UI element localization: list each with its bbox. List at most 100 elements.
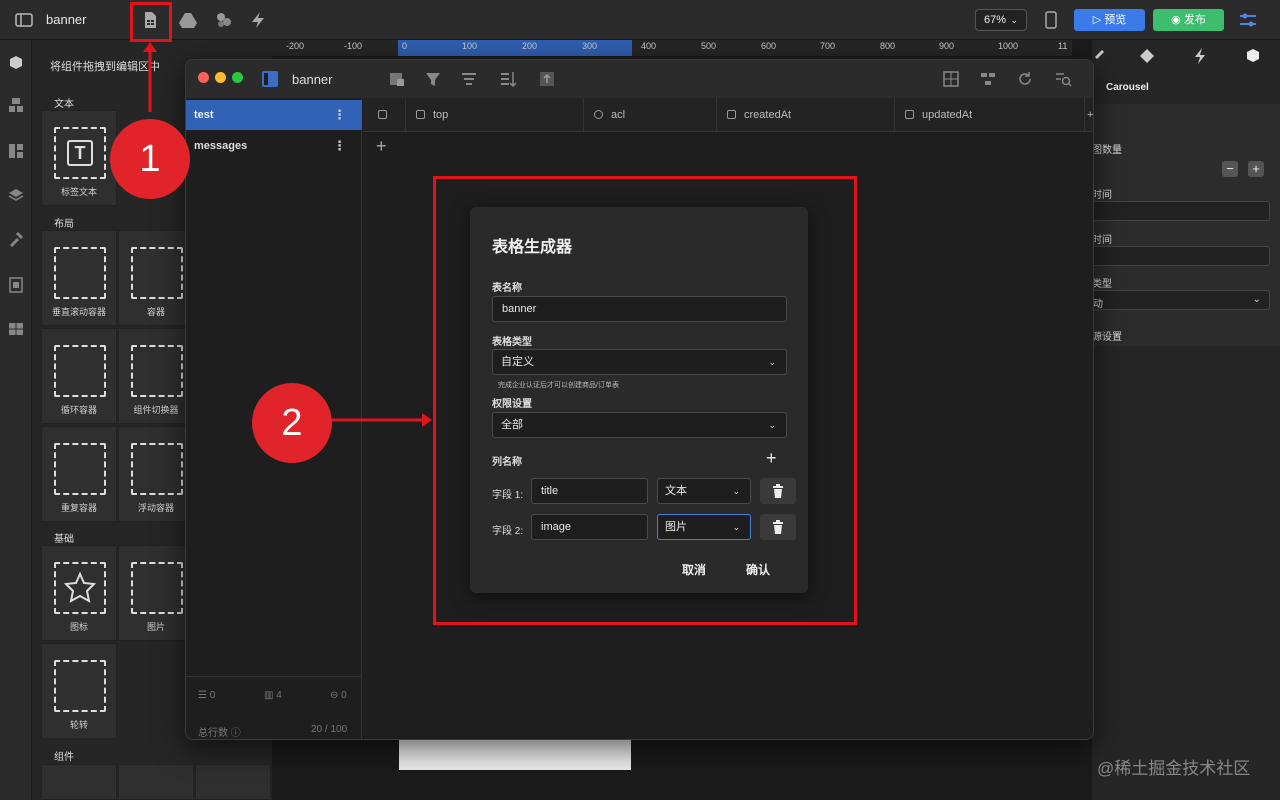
tile-vertical-scroll[interactable]: 垂直滚动容器 [41,230,117,326]
table-item-messages[interactable]: messages ⋮ [186,131,362,161]
eye-icon: ◉ [1171,14,1184,26]
tile-image[interactable]: 图片 [118,545,194,641]
sidebar-toggle-icon[interactable] [14,10,34,30]
total-rows-value: 20 / 100 [311,724,348,735]
tile-component-switcher[interactable]: 组件切换器 [118,328,194,424]
relations-icon[interactable] [979,70,997,88]
lightning-icon[interactable] [1192,47,1208,65]
decrement-button[interactable]: − [1222,161,1238,177]
play-icon: ▷ [1092,14,1105,26]
tile-container[interactable]: 容器 [118,230,194,326]
text-field-icon [416,110,425,119]
top-toolbar: banner 67% ⌄ ▷ 预览 ◉ 发布 [0,0,1280,40]
properties-panel: Carousel 图数量 − + 时间 时间 类型 动 ⌄ 源设置 [1092,40,1280,800]
component-cube-icon[interactable] [1244,47,1262,65]
tile-label: 图标 [69,622,88,632]
more-vertical-icon[interactable]: ⋮ [333,131,346,161]
refresh-icon[interactable] [1016,70,1034,88]
prop-input-time-1[interactable] [1092,201,1270,221]
tile-repeat-container[interactable]: 重复容器 [41,426,117,522]
hammer-icon[interactable] [7,230,25,248]
plugins-icon[interactable] [214,10,234,30]
add-row-icon[interactable]: + [376,136,387,157]
tile-carousel[interactable]: 轮转 [41,643,117,739]
sort-icon[interactable] [499,70,517,88]
divider [186,676,362,677]
zoom-select[interactable]: 67% ⌄ [975,9,1027,31]
upload-icon[interactable] [538,70,556,88]
layout-grid-icon[interactable] [942,70,960,88]
ruler-tick: -100 [344,41,363,51]
publish-button[interactable]: ◉ 发布 [1153,9,1224,31]
tile-label: 重复容器 [60,503,97,513]
diamond-icon[interactable] [1138,47,1156,65]
preview-button[interactable]: ▷ 预览 [1074,9,1145,31]
tile-component-3[interactable] [195,764,271,800]
ruler-tick: 300 [582,41,598,51]
ruler-tick: 400 [641,41,657,51]
drive-icon[interactable] [178,10,198,30]
ruler-tick: 600 [761,41,777,51]
column-header-top[interactable]: top [405,98,583,132]
table-item-label: messages [194,140,248,152]
sidebar-panel-icon[interactable] [261,70,279,88]
tile-component-2[interactable] [118,764,194,800]
ruler-tick: 500 [701,41,717,51]
minimize-window-button[interactable] [215,72,226,83]
tile-floating-container[interactable]: 浮动容器 [118,426,194,522]
table-item-label: test [194,109,214,121]
cube-icon[interactable] [7,54,25,72]
table-item-test[interactable]: test ⋮ [186,100,362,130]
text-t-icon: T [54,127,106,179]
column-header-label: top [433,109,449,121]
column-header-label: updatedAt [922,109,973,121]
tile-label: 浮动容器 [137,503,174,513]
annotation-step-1: 1 [110,119,190,199]
layers-icon[interactable] [7,186,25,204]
ruler-tick: 11 [1058,41,1068,51]
maximize-window-button[interactable] [232,72,243,83]
more-vertical-icon[interactable]: ⋮ [333,100,346,130]
group-lines-icon[interactable] [460,70,478,88]
settings-sliders-icon[interactable] [1238,10,1258,30]
tile-label: 垂直滚动容器 [51,307,106,317]
table-column-header: top acl createdAt updatedAt + [363,98,1093,132]
prop-label-time-1: 时间 [1092,190,1112,201]
annotation-arrow-1 [143,42,157,112]
scroll-container-icon [54,247,106,299]
select-all-checkbox[interactable] [378,110,387,119]
device-phone-icon[interactable] [1041,10,1061,30]
preview-label: 预览 [1104,14,1127,26]
add-column-icon[interactable]: + [1084,98,1093,132]
increment-button[interactable]: + [1248,161,1264,177]
column-header-acl[interactable]: acl [583,98,716,132]
search-table-icon[interactable] [1054,70,1072,88]
components-icon[interactable] [7,96,25,114]
column-header-updatedAt[interactable]: updatedAt [894,98,1084,132]
prop-input-time-2[interactable] [1092,246,1270,266]
switcher-icon [131,345,183,397]
prop-select-type[interactable]: 动 ⌄ [1092,290,1270,310]
link-stat: ⊖ 0 [330,690,347,701]
tile-icon[interactable]: 图标 [41,545,117,641]
grid-icon[interactable] [7,320,25,338]
column-header-createdAt[interactable]: createdAt [716,98,894,132]
prop-label-image-count: 图数量 [1092,145,1122,156]
list-icon [54,345,106,397]
tile-loop-container[interactable]: 循环容器 [41,328,117,424]
pages-icon[interactable] [7,276,25,294]
tile-component-1[interactable] [41,764,117,800]
watermark: @稀土掘金技术社区 [1097,759,1251,778]
close-window-button[interactable] [198,72,209,83]
ruler-tick: -200 [286,41,305,51]
publish-label: 发布 [1183,14,1206,26]
columns-icon: ▥ [264,690,277,701]
actions-icon[interactable] [248,10,268,30]
component-name: Carousel [1106,82,1149,93]
horizontal-ruler: -200 -100 0 100 200 300 400 500 600 700 … [272,40,1072,56]
layout-icon[interactable] [7,142,25,160]
add-table-icon[interactable] [388,70,406,88]
tile-label: 循环容器 [60,405,97,415]
tile-label-text[interactable]: T 标签文本 [41,110,117,206]
filter-icon[interactable] [424,70,442,88]
